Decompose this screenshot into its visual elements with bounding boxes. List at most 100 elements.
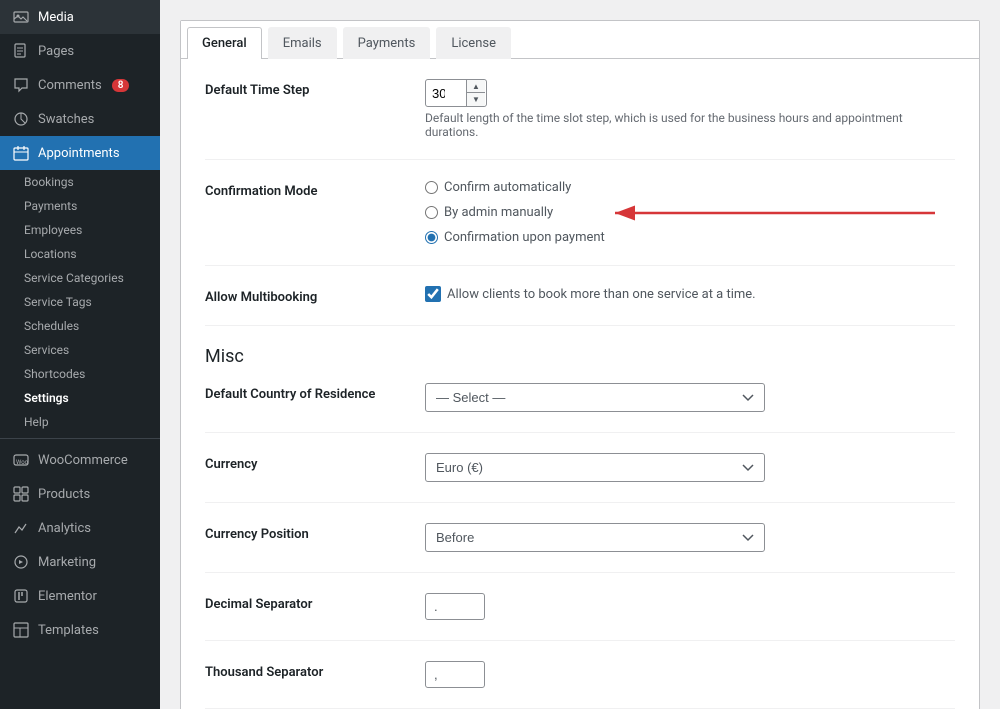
tab-bar: General Emails Payments License (181, 21, 979, 59)
sidebar-item-settings-label: Settings (24, 391, 69, 405)
allow-multibooking-label: Allow Multibooking (205, 286, 425, 305)
multibooking-help: Allow clients to book more than one serv… (447, 287, 756, 302)
sidebar-item-schedules-label: Schedules (24, 319, 79, 333)
misc-section-header: Misc (205, 346, 955, 367)
sidebar-item-swatches[interactable]: Swatches (0, 102, 160, 136)
decimal-separator-input[interactable] (425, 593, 485, 620)
woocommerce-icon: Woo (12, 451, 30, 469)
radio-admin-wrapper: By admin manually (425, 205, 955, 220)
thousand-separator-label: Thousand Separator (205, 661, 425, 680)
sidebar-item-media-label: Media (38, 10, 74, 25)
sidebar-item-schedules[interactable]: Schedules (0, 314, 160, 338)
marketing-icon (12, 553, 30, 571)
currency-label: Currency (205, 453, 425, 472)
spinner-up[interactable]: ▲ (467, 80, 485, 93)
elementor-icon (12, 587, 30, 605)
sidebar-item-marketing[interactable]: Marketing (0, 545, 160, 579)
currency-position-label: Currency Position (205, 523, 425, 542)
time-step-input-wrap: ▲ ▼ (425, 79, 487, 107)
default-country-select[interactable]: — Select — (425, 383, 765, 412)
sidebar-item-payments-label: Payments (24, 199, 77, 213)
sidebar-item-comments-label: Comments (38, 78, 102, 93)
default-time-step-field: ▲ ▼ Default length of the time slot step… (425, 79, 955, 139)
confirmation-mode-radio-group: Confirm automatically By admin manually (425, 180, 955, 245)
sidebar-item-locations-label: Locations (24, 247, 77, 261)
sidebar-item-elementor-label: Elementor (38, 589, 97, 604)
currency-field: Euro (€) US Dollar ($) British Pound (£) (425, 453, 955, 482)
sidebar-item-services-label: Services (24, 343, 69, 357)
sidebar-item-media[interactable]: Media (0, 0, 160, 34)
time-step-input[interactable] (426, 81, 466, 106)
confirmation-mode-field: Confirm automatically By admin manually (425, 180, 955, 245)
sidebar-item-service-tags[interactable]: Service Tags (0, 290, 160, 314)
sidebar-item-locations[interactable]: Locations (0, 242, 160, 266)
comments-badge: 8 (112, 79, 130, 92)
sidebar-item-elementor[interactable]: Elementor (0, 579, 160, 613)
thousand-separator-field (425, 661, 955, 688)
thousand-separator-input[interactable] (425, 661, 485, 688)
radio-payment-input[interactable] (425, 231, 438, 244)
main-content: General Emails Payments License Default … (160, 0, 1000, 709)
analytics-icon (12, 519, 30, 537)
decimal-separator-field (425, 593, 955, 620)
sidebar-item-shortcodes[interactable]: Shortcodes (0, 362, 160, 386)
currency-position-select[interactable]: Before After (425, 523, 765, 552)
sidebar-item-employees-label: Employees (24, 223, 82, 237)
sidebar-item-comments[interactable]: Comments 8 (0, 68, 160, 102)
comments-icon (12, 76, 30, 94)
sidebar-item-shortcodes-label: Shortcodes (24, 367, 85, 381)
radio-payment-label: Confirmation upon payment (444, 230, 605, 245)
sidebar-item-service-categories[interactable]: Service Categories (0, 266, 160, 290)
radio-confirmation-payment[interactable]: Confirmation upon payment (425, 230, 955, 245)
radio-admin-input[interactable] (425, 206, 438, 219)
sidebar-item-help-label: Help (24, 415, 49, 429)
sidebar-item-woocommerce-label: WooCommerce (38, 453, 128, 468)
radio-auto-label: Confirm automatically (444, 180, 571, 195)
red-arrow-annotation (605, 198, 945, 228)
sidebar-item-templates[interactable]: Templates (0, 613, 160, 647)
sidebar-item-services[interactable]: Services (0, 338, 160, 362)
sidebar-item-employees[interactable]: Employees (0, 218, 160, 242)
sidebar-item-woocommerce[interactable]: Woo WooCommerce (0, 443, 160, 477)
spinner-buttons: ▲ ▼ (466, 80, 485, 106)
sidebar: Media Pages Comments 8 Swatches Appointm… (0, 0, 160, 709)
sidebar-item-bookings[interactable]: Bookings (0, 170, 160, 194)
settings-panel: General Emails Payments License Default … (180, 20, 980, 709)
tab-license[interactable]: License (436, 27, 511, 59)
multibooking-checkbox-item[interactable]: Allow clients to book more than one serv… (425, 286, 955, 302)
sidebar-item-pages-label: Pages (38, 44, 74, 59)
products-icon (12, 485, 30, 503)
currency-position-row: Currency Position Before After (205, 523, 955, 573)
sidebar-item-pages[interactable]: Pages (0, 34, 160, 68)
appointments-icon (12, 144, 30, 162)
spinner-down[interactable]: ▼ (467, 93, 485, 106)
tab-emails[interactable]: Emails (268, 27, 337, 59)
sidebar-item-templates-label: Templates (38, 623, 99, 638)
currency-select[interactable]: Euro (€) US Dollar ($) British Pound (£) (425, 453, 765, 482)
thousand-separator-row: Thousand Separator (205, 661, 955, 709)
currency-row: Currency Euro (€) US Dollar ($) British … (205, 453, 955, 503)
pages-icon (12, 42, 30, 60)
sidebar-item-service-tags-label: Service Tags (24, 295, 92, 309)
sidebar-item-appointments-label: Appointments (38, 146, 120, 161)
time-step-help: Default length of the time slot step, wh… (425, 111, 955, 139)
radio-admin-manually[interactable]: By admin manually (425, 205, 553, 220)
sidebar-item-service-categories-label: Service Categories (24, 271, 124, 285)
sidebar-item-products[interactable]: Products (0, 477, 160, 511)
radio-auto-input[interactable] (425, 181, 438, 194)
radio-confirm-automatically[interactable]: Confirm automatically (425, 180, 955, 195)
tab-general[interactable]: General (187, 27, 262, 59)
sidebar-item-payments[interactable]: Payments (0, 194, 160, 218)
sidebar-item-analytics[interactable]: Analytics (0, 511, 160, 545)
tab-payments[interactable]: Payments (343, 27, 431, 59)
confirmation-mode-row: Confirmation Mode Confirm automatically … (205, 180, 955, 266)
allow-multibooking-row: Allow Multibooking Allow clients to book… (205, 286, 955, 326)
sidebar-item-appointments[interactable]: Appointments (0, 136, 160, 170)
multibooking-checkbox[interactable] (425, 286, 441, 302)
default-country-label: Default Country of Residence (205, 383, 425, 402)
svg-text:Woo: Woo (16, 459, 29, 466)
sidebar-item-help[interactable]: Help (0, 410, 160, 434)
default-time-step-row: Default Time Step ▲ ▼ Default length of … (205, 79, 955, 160)
swatches-icon (12, 110, 30, 128)
sidebar-item-settings[interactable]: Settings (0, 386, 160, 410)
